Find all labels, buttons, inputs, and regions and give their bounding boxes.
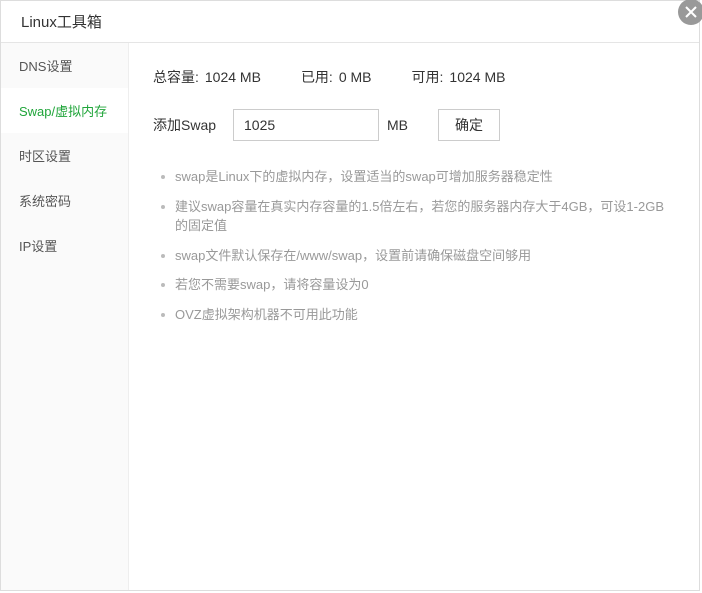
window-body: DNS设置 Swap/虚拟内存 时区设置 系统密码 IP设置 总容量: 1024… — [1, 43, 699, 590]
tips-list: swap是Linux下的虚拟内存，设置适当的swap可增加服务器稳定性 建议sw… — [153, 167, 675, 324]
close-button[interactable] — [678, 0, 702, 25]
stat-total-value: 1024 MB — [205, 69, 261, 85]
sidebar-item-password[interactable]: 系统密码 — [1, 178, 128, 223]
sidebar-item-label: DNS设置 — [19, 59, 72, 74]
confirm-button[interactable]: 确定 — [438, 109, 500, 141]
tip-item: swap是Linux下的虚拟内存，设置适当的swap可增加服务器稳定性 — [157, 167, 675, 187]
sidebar-item-ip[interactable]: IP设置 — [1, 223, 128, 268]
sidebar-item-label: IP设置 — [19, 239, 57, 254]
sidebar-item-dns[interactable]: DNS设置 — [1, 43, 128, 88]
content-panel: 总容量: 1024 MB 已用: 0 MB 可用: 1024 MB 添加Swap… — [129, 43, 699, 590]
stats-row: 总容量: 1024 MB 已用: 0 MB 可用: 1024 MB — [153, 67, 675, 87]
stat-used-label: 已用: — [301, 67, 333, 87]
sidebar-item-label: 系统密码 — [19, 194, 71, 209]
stat-avail: 可用: 1024 MB — [412, 67, 506, 87]
tip-item: 若您不需要swap，请将容量设为0 — [157, 275, 675, 295]
sidebar-item-label: 时区设置 — [19, 149, 71, 164]
sidebar-item-timezone[interactable]: 时区设置 — [1, 133, 128, 178]
form-row: 添加Swap MB 确定 — [153, 109, 675, 141]
tip-item: swap文件默认保存在/www/swap，设置前请确保磁盘空间够用 — [157, 246, 675, 266]
titlebar: Linux工具箱 — [1, 1, 699, 43]
unit-label: MB — [387, 117, 408, 133]
close-icon — [685, 6, 697, 18]
tip-item: 建议swap容量在真实内存容量的1.5倍左右，若您的服务器内存大于4GB，可设1… — [157, 197, 675, 236]
stat-total: 总容量: 1024 MB — [153, 67, 261, 87]
sidebar-item-label: Swap/虚拟内存 — [19, 104, 107, 119]
sidebar-item-swap[interactable]: Swap/虚拟内存 — [1, 88, 128, 133]
swap-size-input[interactable] — [233, 109, 379, 141]
window-title: Linux工具箱 — [21, 11, 102, 32]
stat-avail-label: 可用: — [412, 67, 444, 87]
stat-avail-value: 1024 MB — [449, 69, 505, 85]
tip-item: OVZ虚拟架构机器不可用此功能 — [157, 305, 675, 325]
sidebar: DNS设置 Swap/虚拟内存 时区设置 系统密码 IP设置 — [1, 43, 129, 590]
stat-used: 已用: 0 MB — [301, 67, 372, 87]
stat-used-value: 0 MB — [339, 69, 372, 85]
add-swap-label: 添加Swap — [153, 115, 221, 135]
window: Linux工具箱 DNS设置 Swap/虚拟内存 时区设置 系统密码 IP设置 … — [0, 0, 700, 591]
stat-total-label: 总容量: — [153, 67, 199, 87]
